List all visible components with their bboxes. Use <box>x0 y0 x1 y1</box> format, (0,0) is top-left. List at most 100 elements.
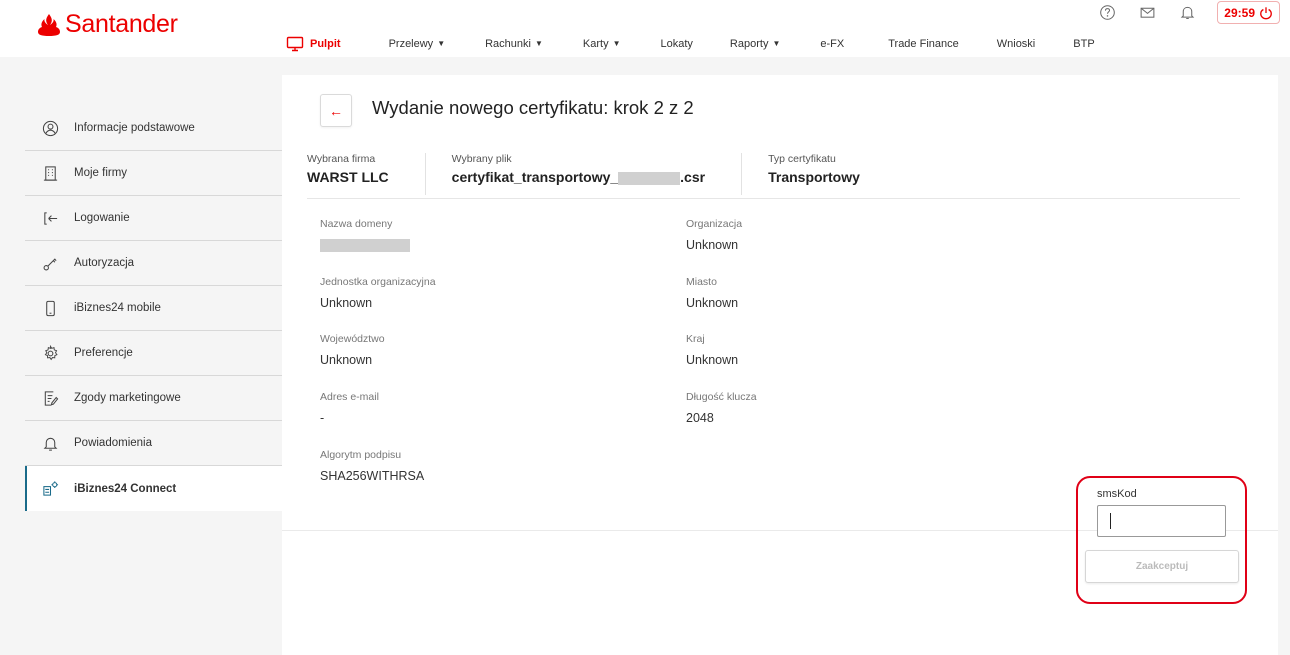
divider <box>307 198 1240 199</box>
field-province: Województwo Unknown <box>320 333 385 367</box>
field-domain: Nazwa domeny <box>320 218 410 253</box>
field-label: Jednostka organizacyjna <box>320 276 436 288</box>
nav-item-raporty[interactable]: Raporty ▼ <box>730 30 780 57</box>
page-title: Wydanie nowego certyfikatu: krok 2 z 2 <box>372 97 694 118</box>
field-key-length: Długość klucza 2048 <box>686 391 757 425</box>
nav-item-efx[interactable]: e-FX <box>820 30 844 57</box>
field-label: Organizacja <box>686 218 743 230</box>
sidebar-item-powiadomienia[interactable]: Powiadomienia <box>25 421 282 466</box>
field-value: Unknown <box>320 296 373 310</box>
header-actions: 29:59 <box>1087 1 1280 24</box>
back-button[interactable]: ← <box>320 94 352 127</box>
sidebar-item-preferencje[interactable]: Preferencje <box>25 331 282 376</box>
user-circle-icon <box>39 117 61 139</box>
session-timer[interactable]: 29:59 <box>1217 1 1280 24</box>
sidebar-item-label: Moje firmy <box>74 167 128 179</box>
nav-item-btp[interactable]: BTP <box>1073 30 1094 57</box>
sidebar-item-label: Zgody marketingowe <box>74 392 181 404</box>
sidebar-item-label: iBiznes24 Connect <box>74 482 177 495</box>
nav-label: Raporty <box>729 37 769 50</box>
mail-icon[interactable] <box>1127 2 1167 24</box>
field-label: Adres e-mail <box>320 391 379 403</box>
redacted-block <box>618 171 681 185</box>
flame-icon <box>38 13 60 36</box>
sidebar-item-moje-firmy[interactable]: Moje firmy <box>25 151 282 196</box>
sidebar-item-zgody[interactable]: Zgody marketingowe <box>25 376 282 421</box>
nav-label: Pulpit <box>310 37 341 50</box>
summary-label: Wybrany plik <box>451 153 512 165</box>
summary-company: Wybrana firma WARST LLC <box>307 153 425 195</box>
file-name-suffix: .csr <box>680 169 706 185</box>
arrow-left-icon: ← <box>329 102 343 119</box>
timer-value: 29:59 <box>1224 5 1255 20</box>
summary-label: Typ certyfikatu <box>768 153 836 165</box>
document-edit-icon <box>39 387 61 409</box>
nav-item-rachunki[interactable]: Rachunki ▼ <box>485 30 543 57</box>
sidebar-item-label: iBiznes24 mobile <box>74 302 161 314</box>
field-organization: Organizacja Unknown <box>686 218 742 252</box>
nav-label: Karty <box>582 37 609 50</box>
file-name-prefix: certyfikat_transportowy_ <box>451 169 619 185</box>
nav-item-karty[interactable]: Karty ▼ <box>583 30 621 57</box>
field-label: Kraj <box>686 333 705 345</box>
sidebar-item-label: Preferencje <box>74 347 133 359</box>
bell-icon[interactable] <box>1167 2 1207 24</box>
nav-item-wnioski[interactable]: Wnioski <box>997 30 1036 57</box>
sidebar-item-mobile[interactable]: iBiznes24 mobile <box>25 286 282 331</box>
monitor-icon <box>286 36 304 51</box>
sidebar-item-autoryzacja[interactable]: Autoryzacja <box>25 241 282 286</box>
field-city: Miasto Unknown <box>686 276 738 310</box>
santander-logo[interactable]: Santander <box>36 10 178 39</box>
certificate-summary: Wybrana firma WARST LLC Wybrany plik cer… <box>307 153 896 195</box>
sidebar-item-label: Informacje podstawowe <box>74 122 195 134</box>
summary-file: Wybrany plik certyfikat_transportowy_ .cs… <box>424 153 741 195</box>
sidebar-item-logowanie[interactable]: Logowanie <box>25 196 282 241</box>
nav-label: BTP <box>1073 37 1095 50</box>
field-signature-algorithm: Algorytm podpisu SHA256WITHRSA <box>320 449 424 483</box>
summary-label: Wybrana firma <box>307 153 376 165</box>
field-email: Adres e-mail - <box>320 391 379 425</box>
connect-icon <box>39 478 61 500</box>
field-label: Algorytm podpisu <box>320 449 402 461</box>
field-country: Kraj Unknown <box>686 333 738 367</box>
caret-down-icon: ▼ <box>534 39 543 48</box>
nav-label: Przelewy <box>388 37 434 50</box>
nav-item-trade-finance[interactable]: Trade Finance <box>888 30 959 57</box>
nav-item-przelewy[interactable]: Przelewy ▼ <box>389 30 446 57</box>
sms-code-label: smsKod <box>1097 488 1137 500</box>
help-icon[interactable] <box>1087 2 1127 24</box>
field-value: - <box>320 411 325 425</box>
sms-code-input[interactable] <box>1097 505 1226 537</box>
field-unit: Jednostka organizacyjna Unknown <box>320 276 436 310</box>
summary-value: certyfikat_transportowy_ .csr <box>452 169 705 185</box>
field-value: Unknown <box>320 353 373 367</box>
bell-icon <box>39 432 61 454</box>
summary-type: Typ certyfikatu Transportowy <box>741 153 896 195</box>
nav-label: Lokaty <box>660 37 693 50</box>
field-label: Miasto <box>686 276 717 288</box>
field-value <box>320 238 410 253</box>
sidebar-item-label: Logowanie <box>74 212 130 224</box>
field-label: Nazwa domeny <box>320 218 393 230</box>
nav-item-lokaty[interactable]: Lokaty <box>661 30 693 57</box>
field-value: Unknown <box>686 296 739 310</box>
sidebar-item-label: Powiadomienia <box>74 437 152 449</box>
summary-value: WARST LLC <box>307 169 389 185</box>
field-label: Długość klucza <box>686 391 757 403</box>
caret-down-icon: ▼ <box>437 39 446 48</box>
login-icon <box>39 207 61 229</box>
redacted-block <box>320 239 410 253</box>
nav-item-pulpit[interactable]: Pulpit <box>270 30 361 57</box>
brand-name: Santander <box>65 10 178 38</box>
top-header: Santander 29:59 Pulpit Przelewy ▼ Rachunk… <box>0 0 1290 57</box>
accept-button[interactable]: Zaakceptuj <box>1085 550 1239 583</box>
sidebar-item-connect[interactable]: iBiznes24 Connect <box>25 466 282 511</box>
sidebar-item-informacje[interactable]: Informacje podstawowe <box>25 106 282 151</box>
field-value: SHA256WITHRSA <box>320 469 425 483</box>
phone-icon <box>39 297 61 319</box>
nav-label: Wnioski <box>996 37 1036 50</box>
sidebar-item-label: Autoryzacja <box>74 257 135 269</box>
main-nav: Pulpit Przelewy ▼ Rachunki ▼ Karty ▼ Lokaty… <box>270 30 1095 57</box>
nav-label: Rachunki <box>485 37 531 50</box>
caret-down-icon: ▼ <box>772 39 781 48</box>
